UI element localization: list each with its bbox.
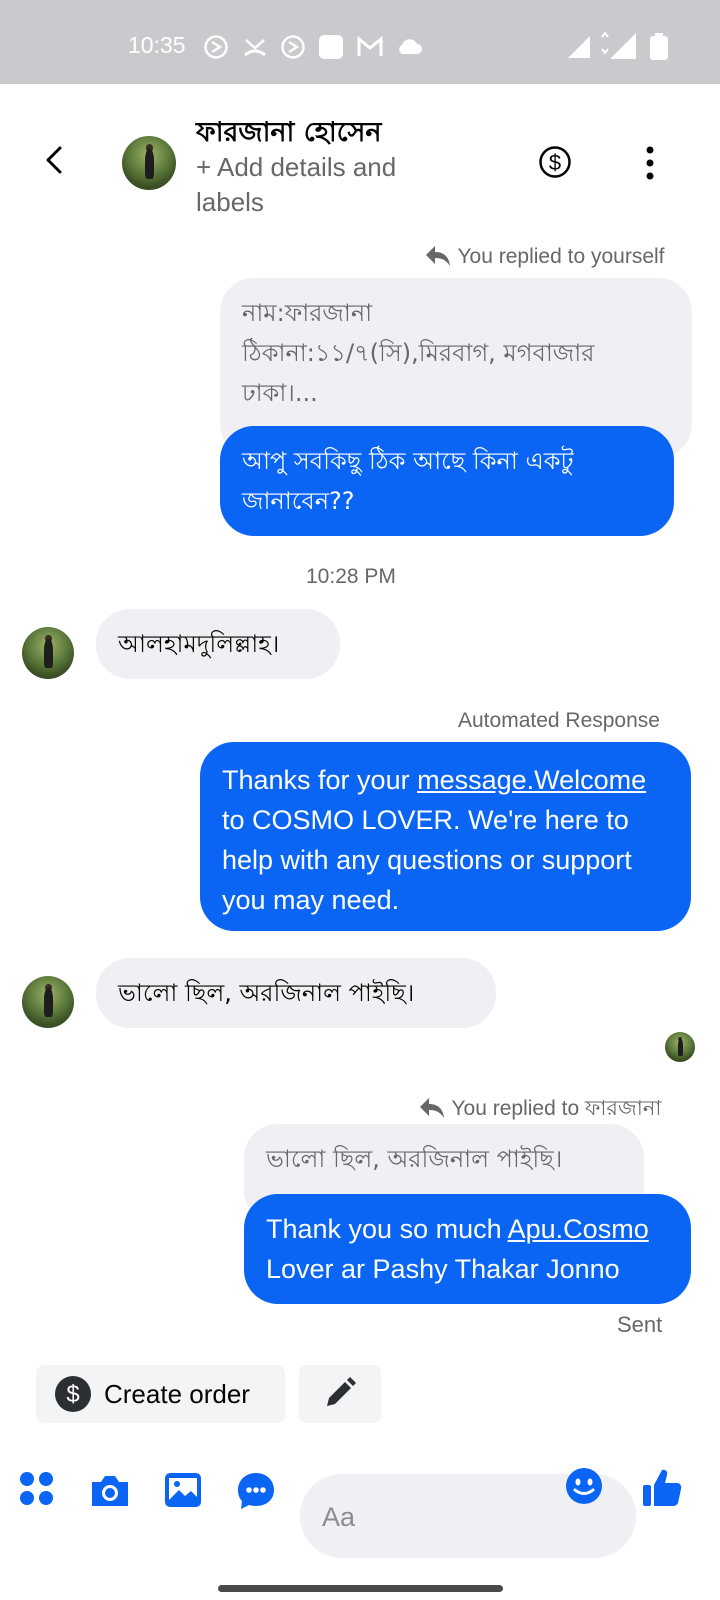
- reply-meta-text: You replied to: [451, 1097, 585, 1120]
- reply-meta: You replied to ফারজানা: [418, 1092, 661, 1127]
- avatar[interactable]: [22, 627, 74, 679]
- svg-text:$: $: [66, 1381, 79, 1408]
- dollar-icon: $: [55, 1376, 91, 1412]
- message-text: Thanks for your: [222, 765, 418, 795]
- status-bar: 10:35 4G: [0, 0, 720, 84]
- pencil-icon: [327, 1377, 356, 1406]
- message-text: Thank you so much: [266, 1214, 508, 1244]
- missed-call-icon: [244, 39, 266, 57]
- timestamp: 10:28 PM: [306, 565, 396, 588]
- reply-meta-name: ফারজানা: [584, 1096, 662, 1120]
- sent-status: Sent: [617, 1312, 663, 1337]
- message-line: Lover ar Pashy Thakar Jonno: [266, 1254, 620, 1284]
- read-receipt-avatar: [665, 1032, 695, 1062]
- quoted-line: ঢাকা।...: [242, 379, 318, 407]
- message-input-placeholder: Aa: [322, 1502, 356, 1532]
- incoming-message[interactable]: আলহামদুলিল্লাহ।: [96, 609, 340, 679]
- chat-icon[interactable]: [236, 1471, 276, 1511]
- svg-text:4G: 4G: [612, 34, 627, 46]
- quoted-line: নাম:ফারজানা: [242, 299, 373, 327]
- dollar-icon[interactable]: $: [538, 145, 572, 179]
- add-details-link[interactable]: + Add details and labels: [196, 150, 456, 220]
- reply-icon: [420, 1098, 444, 1118]
- cloud-icon: [399, 39, 422, 54]
- reply-meta: You replied to yourself: [424, 244, 665, 269]
- gmail-icon: [357, 35, 383, 56]
- message-line: help with any questions or support: [222, 845, 632, 875]
- quoted-line: ঠিকানা:১১/৭(সি),মিরবাগ, মগবাজার: [242, 339, 595, 367]
- camera-icon[interactable]: [88, 1472, 132, 1510]
- incoming-message[interactable]: ভালো ছিল, অরজিনাল পাইছি।: [96, 958, 496, 1028]
- reply-meta-text: You replied to yourself: [457, 245, 665, 268]
- status-time: 10:35: [128, 32, 186, 58]
- automated-response-label: Automated Response: [458, 709, 660, 732]
- avatar[interactable]: [122, 136, 176, 190]
- create-order-button[interactable]: $ Create order: [36, 1365, 285, 1423]
- message-line: আপু সবকিছু ঠিক আছে কিনা একটু: [242, 447, 574, 475]
- gallery-icon[interactable]: [163, 1470, 203, 1510]
- automated-response-message[interactable]: Thanks for your message.Welcome to COSMO…: [200, 742, 691, 931]
- edit-button[interactable]: [299, 1365, 381, 1423]
- signal-4g-icon: 4G: [601, 31, 636, 59]
- like-icon[interactable]: [640, 1466, 684, 1510]
- signal-icon: [568, 36, 590, 58]
- back-icon[interactable]: [40, 142, 70, 178]
- sync-icon: [204, 35, 228, 59]
- create-order-label: Create order: [104, 1379, 250, 1409]
- emoji-icon[interactable]: [564, 1466, 604, 1506]
- sync-icon: [281, 35, 305, 59]
- message-line: you may need.: [222, 885, 400, 915]
- home-indicator[interactable]: [218, 1585, 503, 1592]
- svg-text:$: $: [549, 150, 561, 175]
- more-icon[interactable]: [640, 144, 660, 182]
- battery-icon: [650, 33, 668, 60]
- message-line: to COSMO LOVER. We're here to: [222, 805, 629, 835]
- message-link[interactable]: Apu.Cosmo: [508, 1214, 649, 1244]
- message-line: জানাবেন??: [242, 487, 355, 515]
- outgoing-message[interactable]: আপু সবকিছু ঠিক আছে কিনা একটু জানাবেন??: [220, 426, 674, 536]
- reply-icon: [426, 246, 450, 266]
- app-icon: [319, 35, 343, 59]
- outgoing-message[interactable]: Thank you so much Apu.Cosmo Lover ar Pas…: [244, 1194, 691, 1304]
- apps-icon[interactable]: [18, 1470, 56, 1508]
- avatar[interactable]: [22, 976, 74, 1028]
- message-link[interactable]: message.Welcome: [417, 765, 646, 795]
